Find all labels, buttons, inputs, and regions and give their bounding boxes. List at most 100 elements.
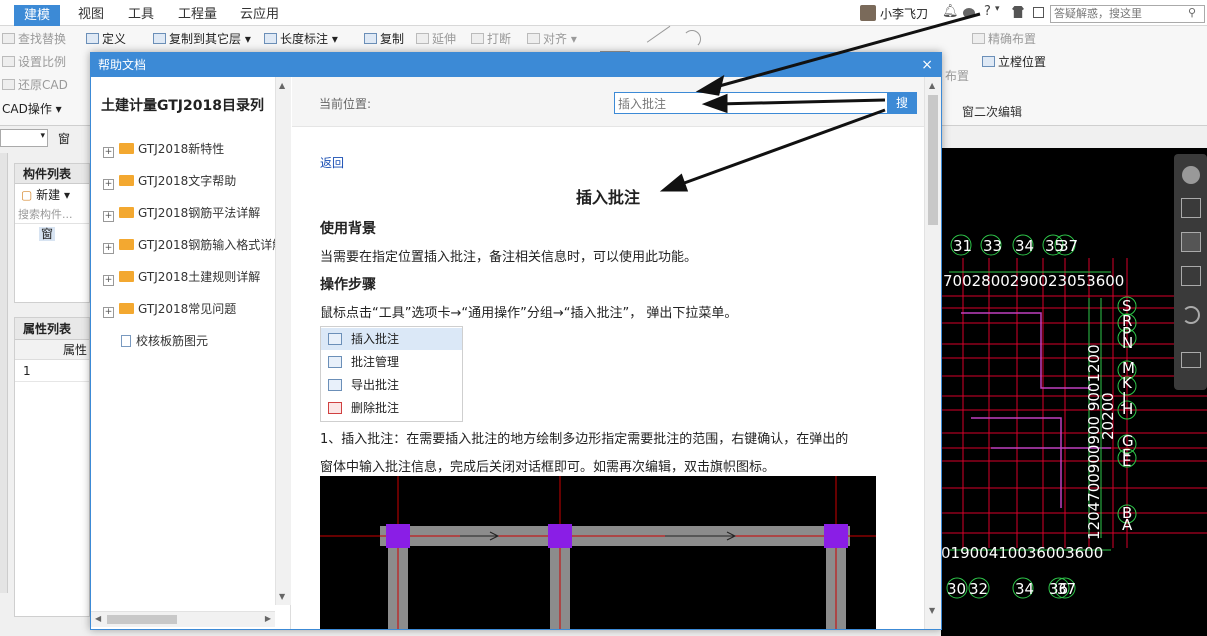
avatar[interactable] [860,5,876,21]
copy-to-layer-button[interactable]: 复制到其它层 ▾ [153,29,251,49]
expand-icon[interactable]: + [103,307,114,318]
layer-combo[interactable]: ▾ [0,129,48,147]
box-icon[interactable] [1181,266,1201,286]
toc-item-label: GTJ2018钢筋平法详解 [138,206,261,220]
menu-item-export-annotation: 导出批注 [321,374,462,396]
toc-item[interactable]: + GTJ2018文字帮助 [103,171,236,191]
restore-cad-button[interactable]: 还原CAD [2,75,68,95]
component-search-input[interactable]: 搜索构件... [15,206,89,224]
user-name[interactable]: 小李飞刀 [880,5,928,22]
section-background-text: 当需要在指定位置插入批注，备注相关信息时，可以使用此功能。 [320,250,698,265]
find-replace-button[interactable]: 查找替换 [2,29,66,49]
toc-item[interactable]: + GTJ2018土建规则详解 [103,267,260,287]
expand-icon[interactable]: + [103,243,114,254]
article-content: 返回 插入批注 使用背景 当需要在指定位置插入批注，备注相关信息时，可以使用此功… [292,128,924,629]
property-list-title: 属性列表 [15,318,89,340]
component-type-label: 窗 [58,132,71,146]
set-scale-button[interactable]: 设置比例 [2,52,66,72]
toc-horizontal-scrollbar[interactable]: ◀ ▶ [91,611,275,627]
window-icon[interactable] [1033,7,1044,18]
view-3d-icon[interactable] [1181,198,1201,218]
axis-label-right: A [1122,516,1133,534]
cad-screenshot-figure [320,476,876,629]
tab-view[interactable]: 视图 [68,4,114,26]
cad-drawing-canvas[interactable]: 31 33 34 35 37 30 32 34 36 37 S R P N M K J H G F E B A 700280… [941,148,1207,636]
toc-item[interactable]: + GTJ2018常见问题 [103,299,236,319]
property-name-header: 属性 [15,340,89,360]
expand-icon[interactable]: + [103,179,114,190]
left-panel: ▾ 窗 构件列表 ▢ 新建 ▾ 搜索构件... 窗 属性列表 属性 1 [0,127,90,636]
help-search-input[interactable] [614,92,888,114]
help-search-button[interactable]: 搜 [887,92,917,114]
toc-item[interactable]: + GTJ2018钢筋输入格式详解 [103,235,284,255]
extend-button[interactable]: 延伸 [416,29,456,49]
chat-icon[interactable] [963,8,975,18]
new-component-button[interactable]: ▢ 新建 ▾ [15,184,89,206]
qa-search-input[interactable]: 答疑解惑，搜这里 [1050,5,1205,23]
back-link[interactable]: 返回 [320,154,344,171]
cad-ops-group[interactable]: CAD操作 ▾ [2,99,62,119]
cad-top-dimensions: 7002800290023053600 [943,272,1124,290]
break-button[interactable]: 打断 [471,29,511,49]
expand-icon[interactable]: + [103,147,114,158]
toc-item-label: GTJ2018土建规则详解 [138,270,261,284]
page-icon [121,335,131,347]
bell-icon[interactable]: 🔔︎ [942,4,959,19]
point-tool-icon[interactable] [600,34,630,52]
expand-icon[interactable]: + [103,211,114,222]
property-row[interactable]: 1 [15,360,89,382]
component-list-panel: 构件列表 ▢ 新建 ▾ 搜索构件... 窗 [14,163,90,303]
orbit-icon[interactable] [1182,166,1200,184]
arc-tool-icon[interactable] [683,30,701,48]
view-toolstrip [1174,154,1207,390]
toc-vertical-scrollbar[interactable]: ▲ ▼ [275,77,291,605]
menu-bar: 建模 视图 工具 工程量 云应用 小李飞刀 🔔︎ ? ▾ 答疑解惑，搜这里 ⚲ [0,0,1207,26]
cad-bottom-dimensions: 01900410036003600 [941,544,1103,562]
content-vertical-scrollbar[interactable]: ▲ ▼ [924,77,941,629]
steps-text: 鼠标点击“工具”选项卡→“通用操作”分组→“插入批注”， 弹出下拉菜单。 [320,306,738,321]
close-icon[interactable]: × [921,53,933,77]
annotation-dropdown-image: 插入批注 批注管理 导出批注 删除批注 [320,326,463,422]
cad-vertical-total: 20200 [1099,392,1117,440]
shirt-icon[interactable] [1012,6,1024,18]
length-mark-button[interactable]: 长度标注 ▾ [264,29,338,49]
define-button[interactable]: 定义 [86,29,126,49]
toc-item[interactable]: + GTJ2018钢筋平法详解 [103,203,260,223]
toc-item-label: 校核板筋图元 [136,334,209,348]
cad-drawing: 31 33 34 353730 32 34 3637SRPNMKJHGFEBA 700280… [941,234,1207,599]
folder-icon [119,271,134,282]
elevation-pos-button[interactable]: 立樘位置 [982,52,1046,72]
axis-label-bottom: 37 [1057,580,1076,598]
chevron-down-icon[interactable]: ▾ [995,4,1000,14]
help-icon[interactable]: ? [984,4,991,19]
paragraph-2: 窗体中输入批注信息，完成后关闭对话框即可。如需再次编辑，双击旗帜图标。 [320,460,776,475]
tab-cloud[interactable]: 云应用 [230,4,289,26]
component-item-window[interactable]: 窗 [39,227,56,241]
tab-quantity[interactable]: 工程量 [168,4,227,26]
toc-item[interactable]: + GTJ2018新特性 [103,139,224,159]
menu-item-delete-annotation: 删除批注 [321,397,462,419]
section-steps-heading: 操作步骤 [320,277,376,293]
axis-label-top: 37 [1059,237,1078,255]
dialog-title-bar[interactable]: 帮助文档 × [91,53,941,77]
tab-tools[interactable]: 工具 [118,4,164,26]
expand-icon[interactable]: + [103,275,114,286]
axis-label-bottom: 32 [969,580,988,598]
axis-label-bottom: 34 [1015,580,1034,598]
help-dialog: 帮助文档 × 土建计量GTJ2018目录列 + GTJ2018新特性 + GTJ201… [90,52,942,630]
cad-vertical-dimensions: 1204700900900 9001200 [1085,344,1103,540]
align-button[interactable]: 对齐 ▾ [527,29,577,49]
dialog-title: 帮助文档 [98,58,147,72]
folder-icon [119,207,134,218]
layers-icon[interactable] [1181,352,1201,368]
folder-icon [119,143,134,154]
toc-item[interactable]: 校核板筋图元 [121,331,208,351]
search-icon[interactable]: ⚲ [1188,6,1196,19]
menu-item-annotation-manage: 批注管理 [321,351,462,373]
rotate-icon[interactable] [1182,306,1200,324]
layout-button[interactable]: 布置 [945,66,969,86]
tab-modeling[interactable]: 建模 [14,5,61,26]
cube-icon[interactable] [1181,232,1201,252]
copy-button[interactable]: 复制 [364,29,404,49]
precise-layout-button[interactable]: 精确布置 [972,29,1036,49]
